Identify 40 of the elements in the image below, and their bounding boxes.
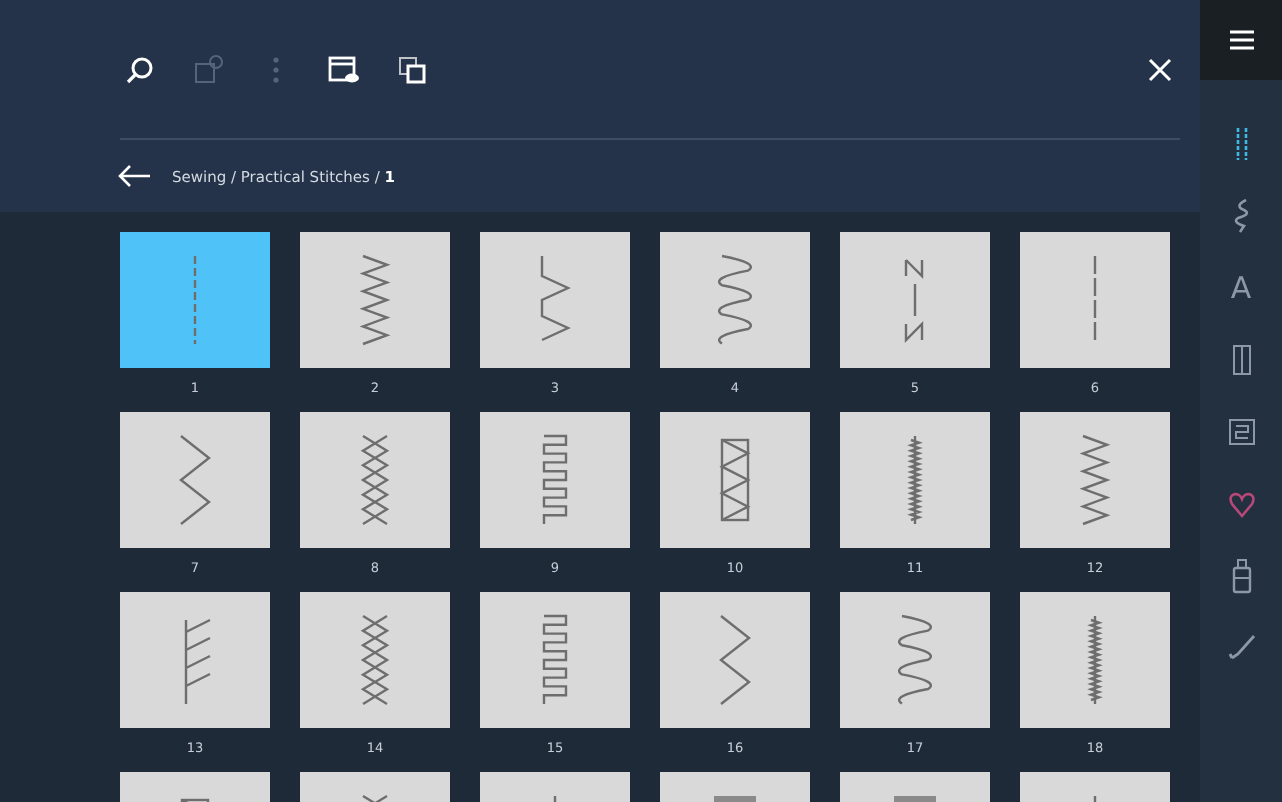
stitch-tile[interactable] (1020, 412, 1170, 548)
category-tab[interactable]: A (1219, 268, 1263, 308)
back-arrow-icon[interactable] (116, 164, 152, 189)
stitch-tile[interactable] (840, 592, 990, 728)
stitch-tile[interactable] (480, 232, 630, 368)
stitch-tile[interactable] (300, 232, 450, 368)
stitch-pattern-icon (1079, 434, 1111, 526)
stitch-pattern-icon (542, 614, 568, 704)
stitch-pattern-icon (894, 796, 936, 802)
stitch-tile[interactable] (840, 412, 990, 548)
stitch-pattern-icon (360, 794, 390, 802)
stitch-tile[interactable] (660, 232, 810, 368)
stitch-tile[interactable] (480, 412, 630, 548)
stitch-tile[interactable] (660, 592, 810, 728)
stitch-pattern-icon (718, 254, 752, 345)
menu-icon[interactable] (1200, 0, 1282, 80)
stitch-tile[interactable] (1020, 592, 1170, 728)
stitch-pattern-icon (542, 434, 568, 524)
stitch-tile[interactable] (300, 412, 450, 548)
stitch-pattern-icon (719, 438, 751, 522)
stitch-pattern-icon (360, 434, 390, 526)
stitch-pattern-icon (1087, 616, 1103, 704)
stitch-pattern-icon (904, 258, 924, 343)
stitch-tile[interactable] (480, 592, 630, 728)
stitch-tile[interactable] (660, 412, 810, 548)
stitch-pattern-icon (360, 614, 390, 706)
stitch-tile[interactable] (120, 592, 270, 728)
stitch-tile[interactable] (840, 232, 990, 368)
stitch-tile[interactable] (1020, 232, 1170, 368)
stitch-pattern-icon (179, 435, 211, 525)
stitch-pattern-icon (184, 618, 212, 706)
stitch-tile[interactable] (120, 412, 270, 548)
stitch-tile[interactable] (300, 592, 450, 728)
stitch-pattern-icon (540, 256, 571, 342)
stitch-pattern-icon (719, 615, 751, 705)
stitch-pattern-icon (714, 796, 756, 802)
stitch-pattern-icon (907, 436, 923, 524)
stitch-pattern-icon (898, 614, 932, 705)
stitch-tile[interactable] (120, 232, 270, 368)
stitch-pattern-icon (359, 254, 391, 346)
